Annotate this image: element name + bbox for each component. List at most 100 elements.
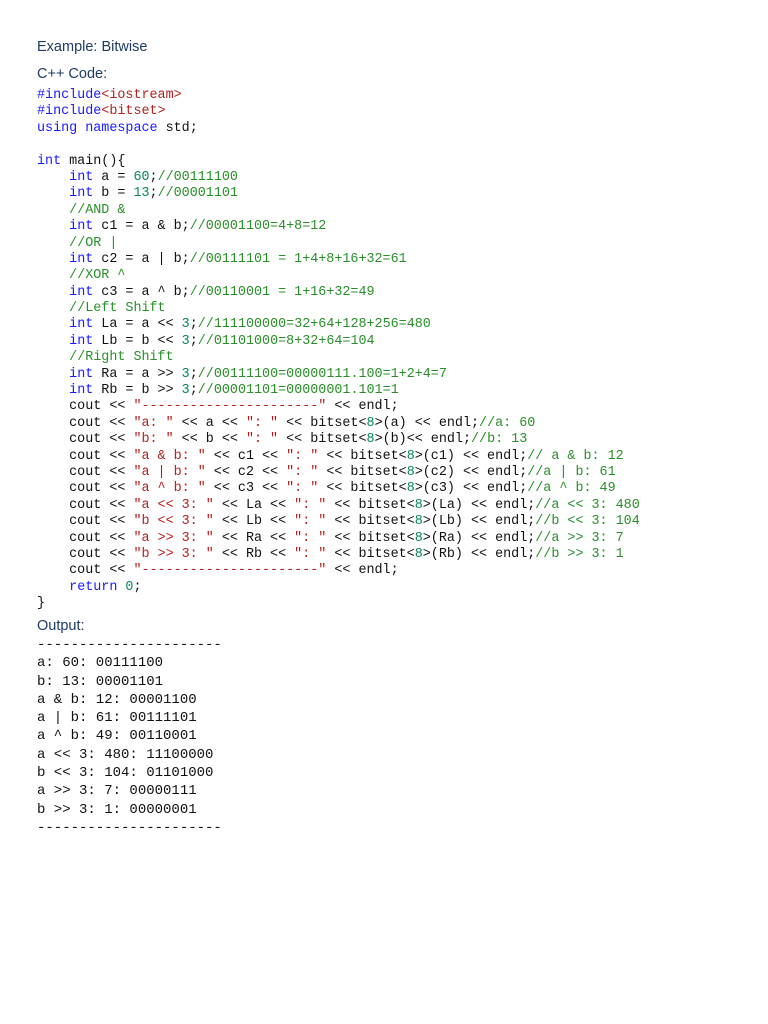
string-token: ": ": [294, 497, 327, 513]
code-line: cout << "a: " << a << ": " << bitset<8>(…: [37, 416, 640, 432]
string-token: "a << 3: ": [133, 497, 214, 513]
keyword-token: int: [69, 186, 94, 202]
code-line: //Right Shift: [37, 350, 640, 366]
comment-token: //Right Shift: [69, 350, 174, 366]
code-text: cout <<: [37, 514, 134, 530]
code-line: using namespace std;: [37, 121, 640, 137]
code-line: int c1 = a & b;//00001100=4+8=12: [37, 219, 640, 235]
output-line: ----------------------: [37, 637, 222, 653]
comment-token: //01101000=8+32+64=104: [197, 333, 375, 349]
code-text: << Ra <<: [213, 530, 295, 546]
keyword-token: int: [69, 366, 94, 382]
string-token: "----------------------": [133, 563, 327, 579]
code-line: cout << "a & b: " << c1 << ": " << bitse…: [37, 449, 640, 465]
number-token: 60: [133, 169, 150, 185]
string-token: <iostream>: [101, 88, 182, 103]
string-token: ": ": [286, 448, 319, 464]
string-token: "----------------------": [133, 399, 327, 415]
code-line: int Lb = b << 3;//01101000=8+32+64=104: [37, 334, 640, 350]
keyword-token: namespace: [85, 120, 158, 136]
string-token: ": ": [286, 481, 319, 497]
code-text: c2 = a | b;: [93, 251, 190, 267]
code-text: ;: [189, 333, 198, 349]
string-token: <bitset>: [101, 104, 166, 120]
code-text: }: [37, 596, 46, 612]
code-text: << bitset<: [318, 448, 407, 464]
code-line: int main(){: [37, 154, 640, 170]
code-line: int a = 60;//00111100: [37, 170, 640, 186]
code-text: >(a) << endl;: [374, 415, 480, 431]
code-text: << endl;: [326, 563, 399, 579]
code-line: cout << "b: " << b << ": " << bitset<8>(…: [37, 432, 640, 448]
string-token: "a ^ b: ": [133, 481, 206, 497]
code-line: cout << "a | b: " << c2 << ": " << bitse…: [37, 465, 640, 481]
comment-token: //a >> 3: 7: [535, 530, 624, 546]
code-text: main(){: [61, 153, 126, 169]
keyword-token: int: [69, 284, 94, 300]
code-text: << b <<: [173, 432, 246, 448]
comment-token: //a ^ b: 49: [527, 481, 616, 497]
code-text: ;: [189, 366, 198, 382]
code-block: #include<iostream> #include<bitset> using …: [37, 88, 640, 613]
comment-token: //00001101: [157, 186, 238, 202]
output-heading: Output:: [37, 618, 85, 634]
code-text: << bitset<: [318, 481, 407, 497]
comment-token: //00111100=00000111.100=1+2+4=7: [197, 366, 447, 382]
code-text: >(b)<< endl;: [374, 432, 471, 448]
code-text: >(Rb) << endl;: [422, 546, 536, 562]
comment-token: //00001100=4+8=12: [189, 219, 327, 235]
code-text: b =: [93, 186, 134, 202]
code-text: << Rb <<: [213, 546, 295, 562]
code-text: << a <<: [173, 415, 246, 431]
code-text: a =: [93, 169, 134, 185]
number-token: 3: [181, 383, 190, 399]
comment-token: //AND &: [69, 202, 126, 218]
code-line: //AND &: [37, 203, 640, 219]
code-line: int c2 = a | b;//00111101 = 1+4+8+16+32=…: [37, 252, 640, 268]
code-text: << c1 <<: [205, 448, 287, 464]
number-token: 8: [414, 514, 423, 530]
comment-token: //a: 60: [479, 415, 536, 431]
string-token: ": ": [294, 530, 327, 546]
string-token: ": ": [294, 546, 327, 562]
output-line: a ^ b: 49: 00110001: [37, 728, 197, 745]
code-text: << bitset<: [326, 530, 415, 546]
keyword-token: return: [69, 579, 118, 595]
keyword-token: int: [69, 317, 94, 333]
string-token: ": ": [294, 514, 327, 530]
code-line: //Left Shift: [37, 301, 640, 317]
output-line: a >> 3: 7: 00000111: [37, 783, 197, 800]
code-line: cout << "----------------------" << endl…: [37, 563, 640, 579]
code-text: c1 = a & b;: [93, 219, 190, 235]
string-token: ": ": [245, 415, 279, 431]
comment-token: //a | b: 61: [527, 464, 616, 480]
output-line: b >> 3: 1: 00000001: [37, 801, 197, 818]
code-text: << bitset<: [326, 546, 415, 562]
preprocessor-token: #include: [37, 104, 102, 120]
number-token: 8: [366, 432, 375, 448]
comment-token: //00111101 = 1+4+8+16+32=61: [189, 251, 407, 267]
comment-token: //a << 3: 480: [535, 497, 640, 513]
keyword-token: using: [37, 120, 78, 136]
comment-token: //00111100: [157, 169, 238, 185]
code-text: cout <<: [37, 497, 134, 513]
number-token: 8: [406, 481, 415, 497]
output-line: a << 3: 480: 11100000: [37, 746, 214, 763]
code-text: Rb = b >>: [93, 383, 182, 399]
code-text: << bitset<: [278, 415, 367, 431]
code-text: cout <<: [37, 432, 134, 448]
code-line: #include<bitset>: [37, 104, 640, 120]
output-block: ---------------------- a: 60: 00111100 b: …: [37, 636, 222, 837]
code-text: << La <<: [213, 497, 295, 513]
code-text: << bitset<: [326, 514, 415, 530]
